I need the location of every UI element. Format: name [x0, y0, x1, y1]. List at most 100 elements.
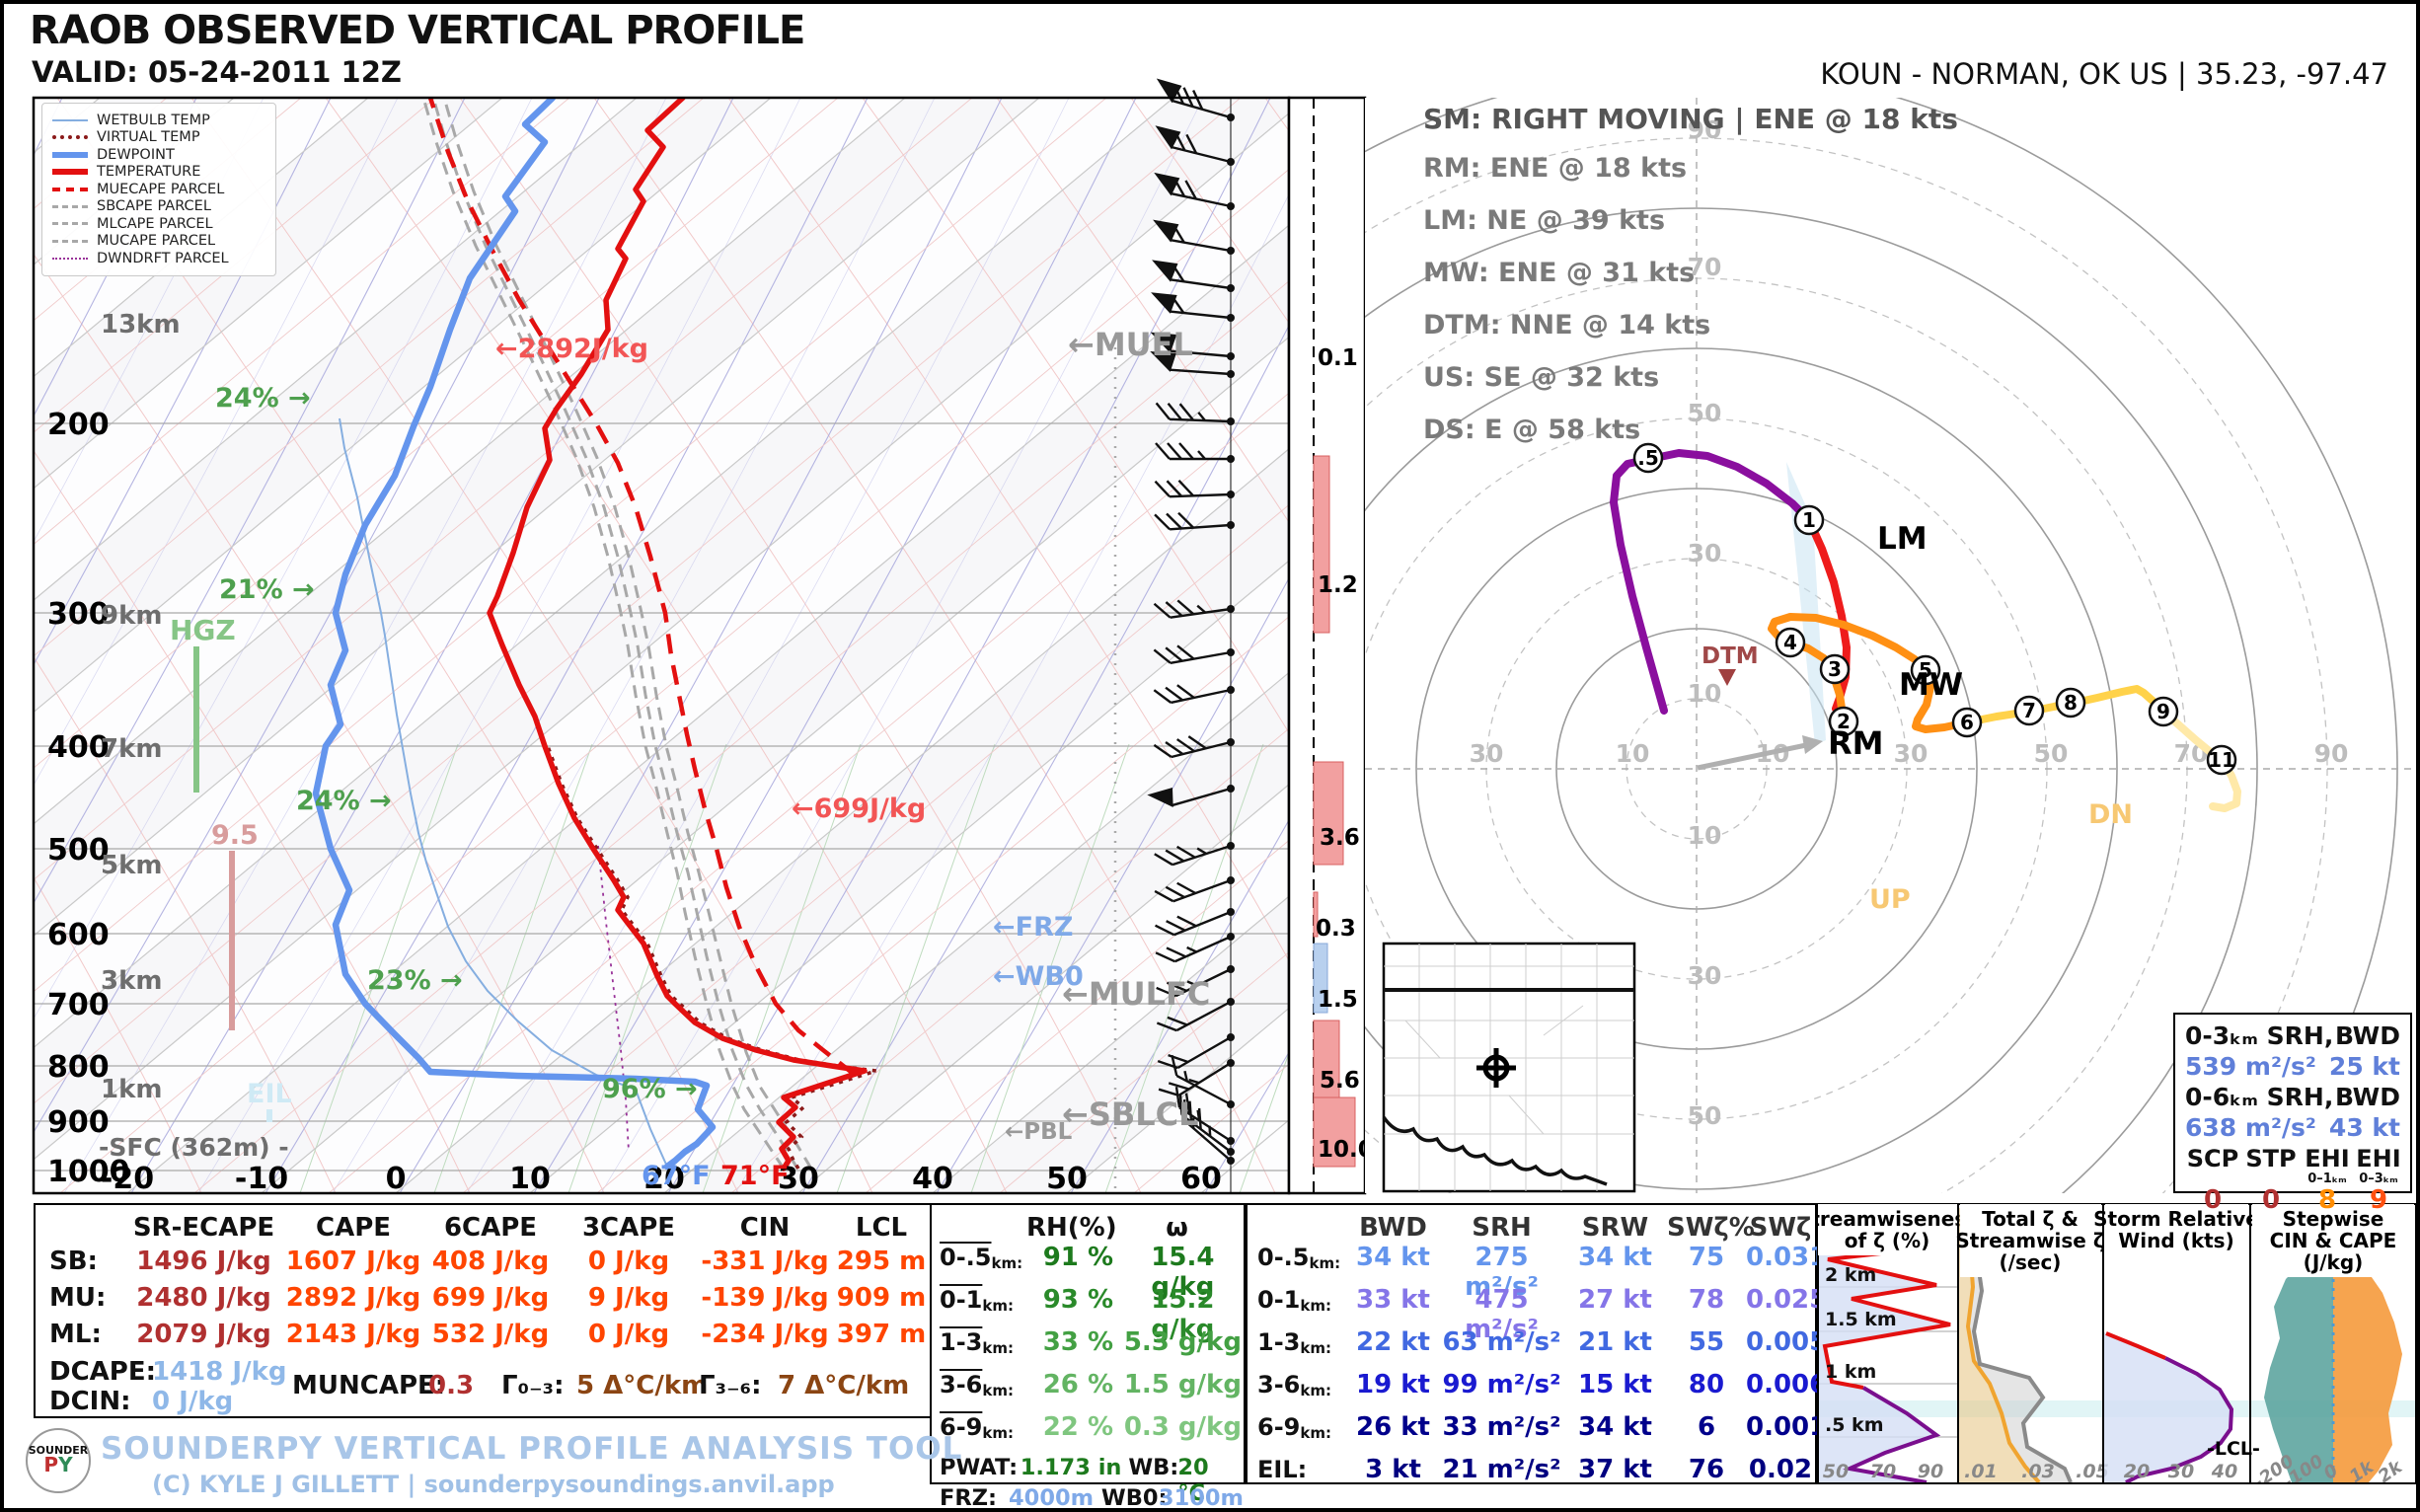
pressure-label: 200 — [47, 408, 110, 442]
legend-item: SBCAPE PARCEL — [52, 198, 265, 216]
layer-range: 3-6 — [940, 1371, 982, 1399]
stats-header: 6CAPE — [421, 1213, 560, 1243]
legend-label: DWNDRFT PARCEL — [97, 251, 229, 266]
ml-3cape: 0 J/kg — [560, 1320, 698, 1349]
stats-header: CAPE — [285, 1213, 421, 1243]
scp-value: 0 — [2185, 1185, 2240, 1215]
hgz-label: HGZ — [170, 614, 236, 646]
layer-sub: km: — [1309, 1254, 1340, 1272]
legend-item: DWNDRFT PARCEL — [52, 250, 265, 267]
up-label: UP — [1869, 884, 1911, 915]
storm-motion-line: MW: ENE @ 31 kts — [1423, 258, 1958, 288]
shear-row: 0-1km:33 kt475 m²/s²27 kt780.025 — [1248, 1285, 1815, 1327]
footer-credit: (C) KYLE J GILLETT | sounderpysoundings.… — [152, 1471, 835, 1498]
wb-label: WB: — [1128, 1455, 1177, 1480]
layer-sub: km: — [1300, 1424, 1331, 1442]
srw-value: 27 kt — [1563, 1285, 1667, 1315]
stp-value: 0 — [2240, 1185, 2302, 1215]
thermo-stats-box: SR-ECAPE CAPE 6CAPE 3CAPE CIN LCL SB: 14… — [34, 1203, 937, 1418]
layer-range: 0-.5 — [940, 1244, 991, 1271]
muncape-value: 0.3 — [428, 1371, 474, 1400]
hodo-point-label: 1 — [1802, 508, 1816, 532]
stats-row-ml: ML: 2079 J/kg 2143 J/kg 532 J/kg 0 J/kg … — [36, 1316, 935, 1352]
ring-label: 30 — [1688, 961, 1722, 990]
srw-value: 34 kt — [1563, 1243, 1667, 1272]
eil-tick — [266, 1109, 272, 1122]
xtick: 90 — [1918, 1461, 1943, 1482]
mu-cape: 2892 J/kg — [285, 1283, 421, 1313]
muel-label: ←MUEL — [1068, 326, 1193, 363]
pressure-label: 600 — [47, 918, 110, 952]
mucape-swatch-icon — [52, 240, 88, 243]
rh-value: 93 % — [1034, 1285, 1122, 1315]
dn-label: DN — [2088, 799, 2133, 830]
swzeta-pct-value: 55 — [1667, 1327, 1746, 1357]
layer-range: 3-6 — [1257, 1371, 1300, 1399]
xtick: 70 — [1870, 1461, 1896, 1482]
dwndrft-swatch-icon — [52, 258, 88, 260]
wb0-table-label: WB0: — [1101, 1485, 1159, 1511]
swzeta-value: 0.025 — [1746, 1285, 1815, 1315]
ylabel: 1.5 km — [1825, 1309, 1897, 1330]
dcape-label: DCAPE: — [49, 1357, 156, 1387]
omega-strip: 0.1 1.2 3.6 0.3 1.5 5.6 10.0 — [1289, 98, 1374, 1193]
skewt-legend: WETBULB TEMP VIRTUAL TEMP DEWPOINT TEMPE… — [41, 103, 276, 276]
sfc-dewpoint-f: 67°F — [642, 1161, 711, 1191]
panel-title: (J/kg) — [2304, 1250, 2364, 1274]
mucape-annotation: ←2892J/kg — [495, 334, 648, 364]
footer-title: SOUNDERPY VERTICAL PROFILE ANALYSIS TOOL — [101, 1431, 962, 1467]
shear-header: SWζ — [1746, 1213, 1815, 1243]
layer-range: 0-1 — [1257, 1286, 1300, 1314]
lcl-annotation: -LCL- — [2207, 1438, 2260, 1460]
srh-0-6-label: 0-6ₖₘ SRH, — [2185, 1082, 2333, 1112]
ylabel: 1 km — [1825, 1361, 1876, 1383]
pbl-label: ←PBL — [1005, 1119, 1073, 1145]
hail-size-label: 9.5 — [211, 820, 259, 851]
bwd-0-6-label: BWD — [2335, 1082, 2400, 1112]
hodo-point-label: 3 — [1828, 657, 1842, 681]
stats-header: LCL — [832, 1213, 931, 1243]
frz-value: 4000m — [1009, 1485, 1101, 1511]
pwat-value: 1.173 in — [1021, 1455, 1129, 1480]
rh-value: 33 % — [1034, 1327, 1122, 1357]
ehi1-label: EHI — [2302, 1145, 2353, 1172]
ml-cin: -234 J/kg — [698, 1320, 832, 1349]
temperature-swatch-icon — [52, 169, 88, 175]
ring-label: 30 — [1688, 539, 1722, 567]
layer-sub: km: — [982, 1339, 1014, 1357]
layer-sub: km: — [982, 1297, 1014, 1315]
swzeta-value: 0.001 — [1746, 1412, 1815, 1442]
srh-value: 99 m²/s² — [1440, 1370, 1563, 1399]
temp-tick: -10 — [235, 1162, 288, 1196]
mlcape-swatch-icon — [52, 222, 88, 225]
shear-row: 1-3km:22 kt63 m²/s²21 kt550.005 — [1248, 1327, 1815, 1370]
layer-sub: km: — [991, 1254, 1022, 1272]
srw-value: 37 kt — [1563, 1455, 1667, 1484]
rh-annotation: 23% → — [367, 965, 463, 996]
mw-label: MW — [1899, 667, 1963, 703]
ring-label: 30 — [1470, 739, 1504, 768]
temp-tick: 60 — [1180, 1162, 1222, 1196]
wb0-value: 3100m — [1159, 1485, 1244, 1511]
mixing-value: 0.3 g/kg — [1122, 1412, 1244, 1442]
row-label: MU: — [36, 1283, 122, 1313]
srh-value: 21 m²/s² — [1440, 1455, 1563, 1484]
omega-header: ω — [1115, 1213, 1239, 1243]
legend-label: DEWPOINT — [97, 147, 175, 163]
temp-tick: 10 — [509, 1162, 551, 1196]
xtick: .03 — [2021, 1461, 2055, 1482]
rh-row: 0-1km:93 %15.2 g/kg — [932, 1285, 1244, 1327]
srh-0-3-label: 0-3ₖₘ SRH, — [2185, 1021, 2333, 1051]
storm-motion-line: LM: NE @ 39 kts — [1423, 205, 1958, 236]
legend-label: MUCAPE PARCEL — [97, 233, 215, 249]
hodo-point-label: 4 — [1783, 631, 1797, 654]
shear-row: 3-6km:19 kt99 m²/s²15 kt800.006 — [1248, 1370, 1815, 1412]
rh-row: 3-6km:26 %1.5 g/kg — [932, 1370, 1244, 1412]
mu-6cape: 699 J/kg — [421, 1283, 560, 1313]
xtick: 30 — [2168, 1461, 2194, 1482]
layer-sub: km: — [1300, 1382, 1331, 1399]
temp-tick: 40 — [912, 1162, 953, 1196]
bwd-value: 19 kt — [1346, 1370, 1440, 1399]
bwd-value: 26 kt — [1346, 1412, 1440, 1442]
rh-annotation: 96% → — [602, 1074, 698, 1104]
